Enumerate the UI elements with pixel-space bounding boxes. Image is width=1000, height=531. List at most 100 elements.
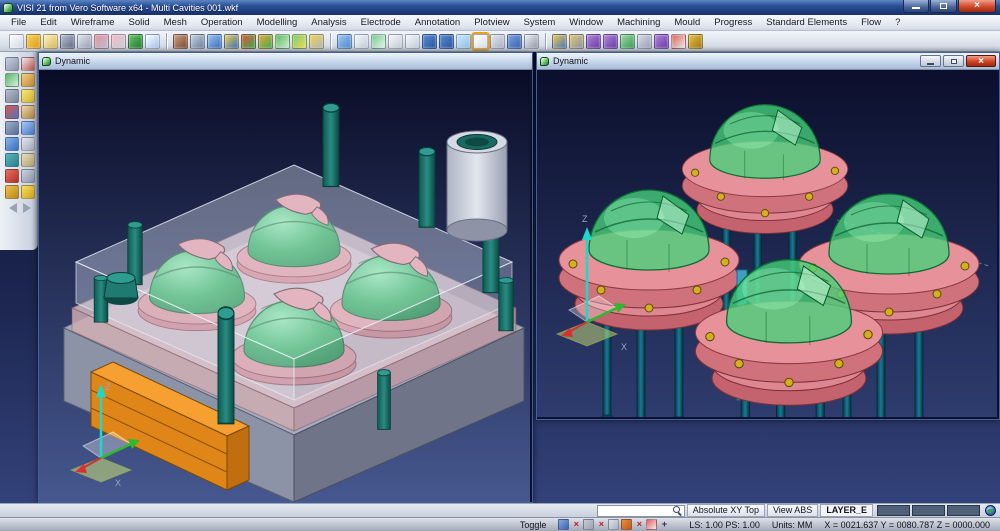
print-icon[interactable] xyxy=(77,34,92,49)
solid-box-icon[interactable] xyxy=(21,137,35,151)
solid-body-3-icon[interactable] xyxy=(405,34,420,49)
solid-body-active-icon[interactable] xyxy=(473,34,488,49)
layer-swatch-1[interactable] xyxy=(877,505,910,516)
report-chart-icon[interactable] xyxy=(5,185,19,199)
search-input[interactable] xyxy=(598,506,673,515)
edit-pencil-icon[interactable] xyxy=(21,105,35,119)
layer-swatch-2[interactable] xyxy=(912,505,945,516)
toggle-window-icon[interactable] xyxy=(558,519,569,530)
menu-item-electrode[interactable]: Electrode xyxy=(354,15,408,30)
menu-item-mould[interactable]: Mould xyxy=(667,15,707,30)
plot-preview-icon[interactable] xyxy=(111,34,126,49)
solid-body-2-icon[interactable] xyxy=(388,34,403,49)
stamp-tool-icon[interactable] xyxy=(569,34,584,49)
menu-item-progress[interactable]: Progress xyxy=(707,15,759,30)
camera-view-icon[interactable] xyxy=(190,34,205,49)
menu-item-flow[interactable]: Flow xyxy=(854,15,888,30)
dimension-ruler-icon[interactable] xyxy=(21,153,35,167)
view-traffic-light-icon[interactable] xyxy=(241,34,256,49)
viewport-minimize-button[interactable] xyxy=(920,55,941,67)
zoom-extents-icon[interactable] xyxy=(309,34,324,49)
select-tool-icon[interactable] xyxy=(5,57,19,71)
menu-item-plotview[interactable]: Plotview xyxy=(467,15,516,30)
viewport-right-titlebar[interactable]: Dynamic × xyxy=(537,53,999,70)
new-document-icon[interactable] xyxy=(9,34,24,49)
mail-send-icon[interactable] xyxy=(21,185,35,199)
split-line-icon[interactable] xyxy=(671,34,686,49)
solid-body-1-icon[interactable] xyxy=(354,34,369,49)
trim-scissors-icon[interactable] xyxy=(21,57,35,71)
render-icon[interactable] xyxy=(128,34,143,49)
menu-item-modelling[interactable]: Modelling xyxy=(250,15,305,30)
standard-parts-icon[interactable] xyxy=(688,34,703,49)
blue-doc-icon[interactable] xyxy=(21,121,35,135)
screen-edit-icon[interactable] xyxy=(5,121,19,135)
menu-item-solid[interactable]: Solid xyxy=(122,15,157,30)
solid-paste-icon[interactable] xyxy=(507,34,522,49)
toggle-label[interactable]: Toggle xyxy=(520,520,547,530)
profile-snap-icon[interactable] xyxy=(608,519,619,530)
menu-item-wireframe[interactable]: Wireframe xyxy=(64,15,122,30)
menu-item-edit[interactable]: Edit xyxy=(33,15,63,30)
refresh-view-icon[interactable] xyxy=(5,137,19,151)
pin-tool-1-icon[interactable] xyxy=(586,34,601,49)
menu-item-system[interactable]: System xyxy=(517,15,563,30)
solid-body-blue-2-icon[interactable] xyxy=(439,34,454,49)
snap-off-3-icon[interactable]: × xyxy=(634,519,644,530)
pin-tool-3-icon[interactable] xyxy=(654,34,669,49)
menu-item-annotation[interactable]: Annotation xyxy=(408,15,467,30)
maximize-button[interactable] xyxy=(930,0,957,13)
menu-item-machining[interactable]: Machining xyxy=(610,15,667,30)
assembly-tree-icon[interactable] xyxy=(552,34,567,49)
menu-item-mesh[interactable]: Mesh xyxy=(157,15,194,30)
split-view-icon[interactable] xyxy=(145,34,160,49)
viewport-restore-button[interactable] xyxy=(943,55,964,67)
menu-item-operation[interactable]: Operation xyxy=(194,15,250,30)
save-icon[interactable] xyxy=(60,34,75,49)
viewport-right-3d-scene[interactable]: Z X xyxy=(537,70,997,417)
viewport-left-3d-scene[interactable]: Z X xyxy=(39,70,530,502)
refresh-solid-icon[interactable] xyxy=(337,34,352,49)
viewport-close-button[interactable]: × xyxy=(966,55,996,67)
solid-pick-icon[interactable] xyxy=(524,34,539,49)
active-layer-field[interactable]: LAYER_E xyxy=(820,504,873,517)
solid-body-blue-1-icon[interactable] xyxy=(422,34,437,49)
redraw-icon[interactable] xyxy=(173,34,188,49)
pan-view-icon[interactable] xyxy=(292,34,307,49)
note-tool-icon[interactable] xyxy=(21,89,35,103)
help-query-icon[interactable] xyxy=(5,153,19,167)
workplane-globe-icon[interactable] xyxy=(985,505,996,516)
zoom-window-icon[interactable] xyxy=(224,34,239,49)
box-select-icon[interactable] xyxy=(621,519,632,530)
zoom-dynamic-icon[interactable] xyxy=(207,34,222,49)
frame-snap-icon[interactable] xyxy=(646,519,657,530)
view-mode-button[interactable]: Absolute XY Top xyxy=(687,504,765,517)
pin-tool-2-icon[interactable] xyxy=(603,34,618,49)
shaded-view-icon[interactable] xyxy=(258,34,273,49)
compass-tool-icon[interactable] xyxy=(21,169,35,183)
open-model-icon[interactable] xyxy=(43,34,58,49)
layer-swatch-3[interactable] xyxy=(947,505,980,516)
rotate-view-icon[interactable] xyxy=(275,34,290,49)
forward-arrow-icon[interactable] xyxy=(23,203,31,213)
menu-item-file[interactable]: File xyxy=(4,15,33,30)
print-plot-icon[interactable] xyxy=(94,34,109,49)
more-options-icon[interactable]: + xyxy=(659,519,669,530)
solid-body-green-icon[interactable] xyxy=(371,34,386,49)
viewport-left-titlebar[interactable]: Dynamic xyxy=(39,53,532,70)
menu-item-analysis[interactable]: Analysis xyxy=(304,15,353,30)
minimize-button[interactable] xyxy=(903,0,929,13)
snap-off-1-icon[interactable]: × xyxy=(571,519,581,530)
group-solids-icon[interactable] xyxy=(637,34,652,49)
menu-item--[interactable]: ? xyxy=(888,15,907,30)
delete-trash-icon[interactable] xyxy=(5,169,19,183)
snap-off-2-icon[interactable]: × xyxy=(596,519,606,530)
wcs-tool-icon[interactable] xyxy=(5,105,19,119)
sketch-pencil-icon[interactable] xyxy=(21,73,35,87)
snap-frame-icon[interactable] xyxy=(5,73,19,87)
solid-body-grey-icon[interactable] xyxy=(490,34,505,49)
menu-item-window[interactable]: Window xyxy=(562,15,610,30)
open-folder-icon[interactable] xyxy=(26,34,41,49)
export-step-icon[interactable] xyxy=(620,34,635,49)
view-abs-button[interactable]: View ABS xyxy=(767,504,818,517)
